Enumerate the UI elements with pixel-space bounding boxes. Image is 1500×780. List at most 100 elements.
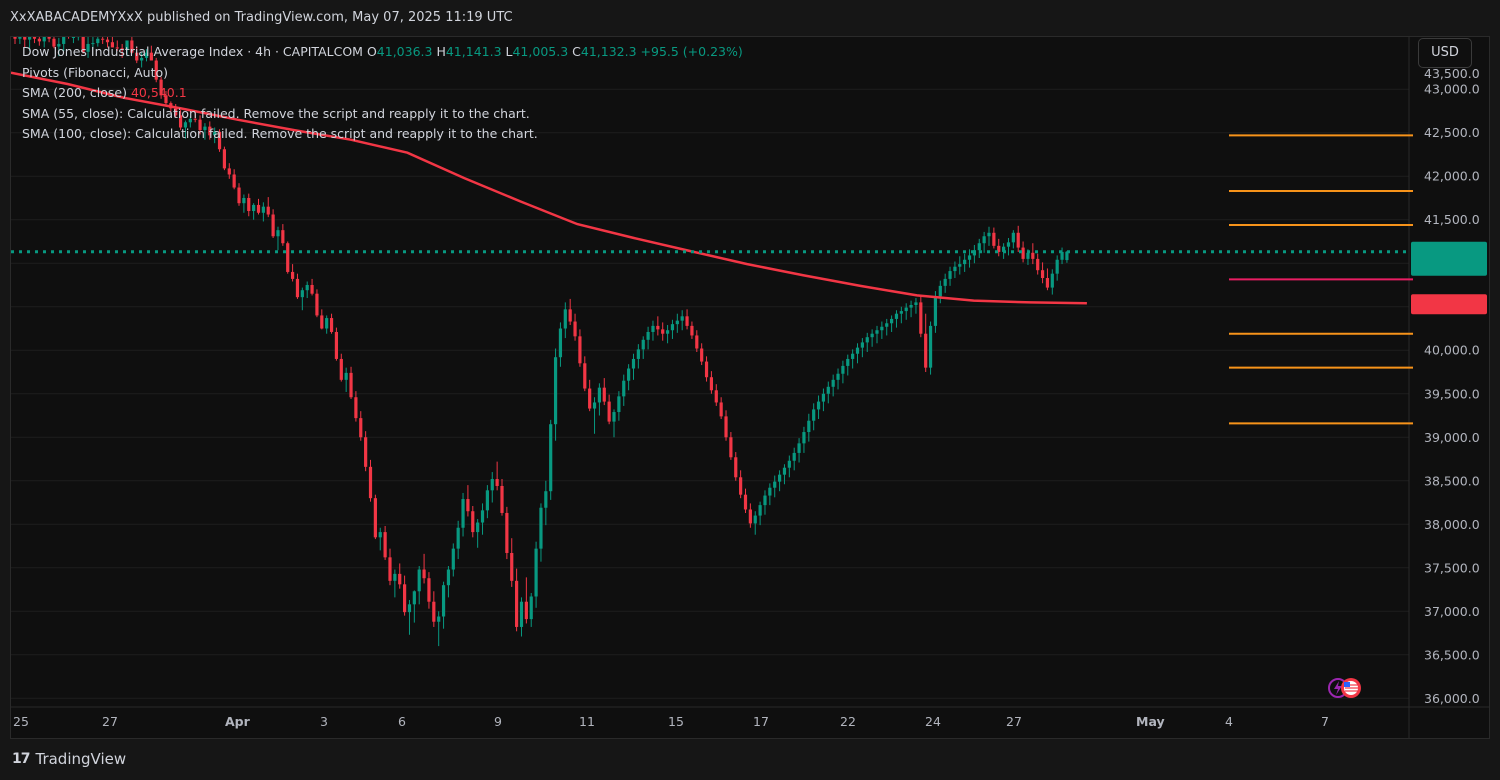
candle-body: [466, 499, 470, 512]
candle-body: [992, 232, 996, 246]
candle: [266, 197, 270, 218]
currency-button[interactable]: USD: [1418, 38, 1472, 68]
candle-body: [266, 206, 270, 215]
candle-body: [446, 569, 451, 586]
candle-body: [461, 499, 465, 528]
brand-name: TradingView: [35, 750, 127, 768]
candle-body: [373, 498, 377, 538]
candle-body: [42, 37, 46, 42]
candle: [1031, 243, 1035, 265]
pivot-levels: [1229, 134, 1413, 425]
legend-sma55[interactable]: SMA (55, close): Calculation failed. Rem…: [22, 104, 743, 125]
grid-lines: [11, 88, 1409, 699]
candle-body: [563, 309, 567, 329]
legend-pivots[interactable]: Pivots (Fibonacci, Auto): [22, 63, 743, 84]
candle-body: [865, 337, 869, 343]
legend-sma200[interactable]: SMA (200, close) 40,540.1: [22, 83, 743, 104]
candle-body: [407, 604, 412, 613]
candle-body: [329, 318, 334, 332]
last-price-tag: [1411, 241, 1487, 276]
candle-body: [714, 390, 718, 403]
candle-body: [290, 271, 295, 279]
candle: [247, 193, 251, 217]
candle: [602, 378, 606, 406]
close-label: C: [572, 44, 581, 59]
candle-body: [476, 522, 480, 533]
candle-body: [227, 168, 231, 175]
candle: [1055, 255, 1059, 281]
candle-body: [1050, 273, 1054, 288]
candle-body: [899, 311, 903, 314]
price-tick-label: 36,000.0: [1424, 691, 1480, 706]
candle: [739, 470, 743, 499]
candle-body: [422, 569, 426, 579]
candle: [963, 253, 967, 272]
candle-body: [675, 320, 679, 325]
candle: [446, 566, 451, 598]
candle: [388, 548, 392, 586]
candle-body: [641, 339, 645, 350]
candle-body: [792, 452, 796, 461]
candle-body: [549, 424, 553, 492]
candle-body: [670, 324, 675, 331]
candle-body: [1040, 270, 1045, 279]
candle-body: [359, 418, 363, 438]
candle: [519, 597, 524, 637]
legend-symbol-row: Dow Jones Industrial Average Index · 4h …: [22, 42, 743, 63]
tradingview-logo[interactable]: 17 TradingView: [12, 750, 126, 768]
candle: [758, 501, 762, 526]
candle-body: [515, 580, 519, 627]
candle: [977, 238, 981, 259]
candle: [461, 492, 465, 537]
symbol-name[interactable]: Dow Jones Industrial Average Index · 4h …: [22, 44, 363, 59]
sma200-label: SMA (200, close): [22, 85, 127, 100]
candle-body: [1011, 232, 1015, 243]
candle: [456, 520, 460, 560]
candle-body: [875, 330, 879, 334]
candle: [641, 336, 645, 359]
candle-body: [510, 552, 514, 581]
candle: [563, 302, 567, 339]
candle-body: [1036, 258, 1040, 271]
candle: [743, 488, 748, 513]
candle: [427, 572, 431, 609]
candle: [948, 266, 952, 286]
candle: [1045, 268, 1050, 291]
candle: [651, 320, 655, 341]
legend-sma100[interactable]: SMA (100, close): Calculation failed. Re…: [22, 124, 743, 145]
candle-body: [252, 204, 256, 212]
candle-body: [773, 481, 777, 488]
candle-body: [724, 416, 728, 438]
candle-body: [456, 527, 460, 549]
candle-body: [529, 596, 533, 620]
time-tick-label: 3: [320, 714, 328, 729]
candle: [276, 226, 280, 251]
candle: [422, 553, 426, 584]
time-tick-label: 15: [668, 714, 684, 729]
tradingview-logo-icon: 17: [12, 751, 31, 767]
candle-body: [617, 396, 621, 413]
candle: [841, 360, 845, 384]
candle: [987, 226, 991, 246]
candle: [622, 374, 626, 406]
candle-body: [325, 318, 329, 329]
chart-legend: Dow Jones Industrial Average Index · 4h …: [22, 42, 743, 145]
candle-body: [534, 548, 538, 597]
candle-body: [23, 37, 27, 40]
candle: [320, 309, 324, 330]
candle-body: [748, 509, 752, 524]
candle: [412, 590, 416, 623]
candle-body: [661, 329, 665, 334]
candle-body: [967, 255, 972, 260]
candle: [612, 409, 616, 438]
candle: [885, 318, 889, 336]
candle: [909, 300, 913, 318]
candle-body: [451, 548, 455, 570]
candle-body: [768, 487, 772, 496]
candle-body: [787, 460, 791, 468]
candle-body: [880, 326, 884, 331]
time-tick-label: 27: [102, 714, 118, 729]
candle-body: [977, 243, 981, 251]
candle: [982, 231, 986, 253]
candle-body: [553, 357, 558, 425]
